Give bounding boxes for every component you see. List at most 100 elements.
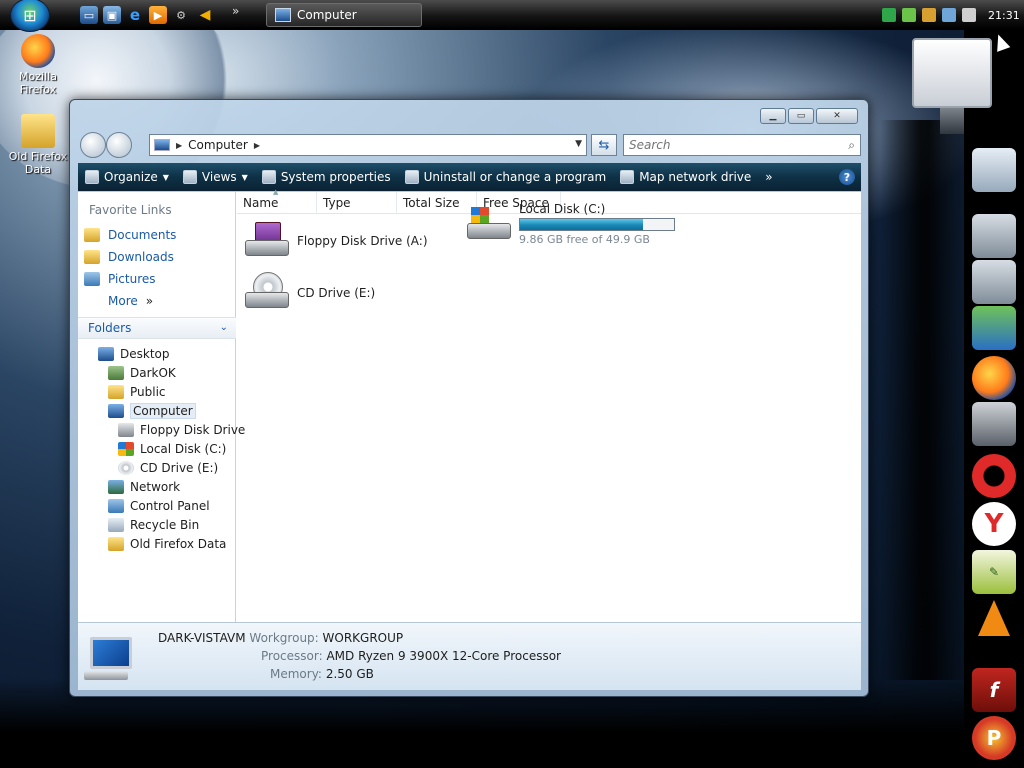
- floating-monitor-widget[interactable]: [912, 38, 992, 134]
- tree-item-darkok[interactable]: DarkOK: [78, 363, 236, 382]
- system-properties-button[interactable]: System properties: [255, 163, 398, 191]
- help-icon[interactable]: ?: [839, 169, 855, 185]
- drive-body-shape: [245, 240, 289, 256]
- tree-item-control-panel[interactable]: Control Panel: [78, 496, 236, 515]
- system-properties-icon: [261, 170, 276, 184]
- folder-tree: Desktop DarkOK Public Computer Floppy Di…: [78, 344, 245, 553]
- clock[interactable]: 21:31: [988, 9, 1020, 22]
- dock-messenger-icon[interactable]: [972, 306, 1016, 350]
- address-dropdown-icon[interactable]: ▼: [575, 139, 582, 149]
- desktop-icon: [98, 346, 114, 361]
- tree-item-network[interactable]: Network: [78, 477, 236, 496]
- tree-item-recycle-bin[interactable]: Recycle Bin: [78, 515, 236, 534]
- explorer-window: ▁ ▭ ✕ ▶ Computer ▶ ▼ ⇆ ⌕ Organize ▼ View…: [69, 99, 869, 697]
- processor-value: AMD Ryzen 9 3900X 12-Core Processor: [326, 649, 561, 663]
- show-desktop-icon[interactable]: ▭: [80, 6, 98, 24]
- column-header-label: Total Size: [403, 196, 460, 210]
- favorite-link-documents[interactable]: Documents: [78, 224, 235, 246]
- tree-item-computer[interactable]: Computer: [78, 401, 236, 420]
- tree-item-label: Floppy Disk Drive: [140, 422, 246, 437]
- tray-check-icon[interactable]: [882, 8, 896, 22]
- tree-item-desktop[interactable]: Desktop: [78, 344, 236, 363]
- dock-vlc-icon[interactable]: [972, 596, 1016, 640]
- column-header-type[interactable]: Type: [317, 192, 397, 214]
- address-bar[interactable]: ▶ Computer ▶ ▼: [149, 134, 587, 156]
- views-label: Views: [201, 170, 237, 184]
- dock-firefox-icon[interactable]: [972, 356, 1016, 400]
- views-button[interactable]: Views ▼: [176, 163, 255, 191]
- refresh-button[interactable]: ⇆: [591, 134, 617, 156]
- tree-item-floppy[interactable]: Floppy Disk Drive: [78, 420, 245, 439]
- quicklaunch-more-chevron[interactable]: »: [232, 4, 239, 18]
- start-button[interactable]: ⊞: [10, 0, 50, 32]
- dock-documents-icon[interactable]: [972, 148, 1016, 192]
- dock-yandex-icon[interactable]: Y: [972, 502, 1016, 546]
- drive-item-cd[interactable]: CD Drive (E:): [243, 272, 375, 314]
- maximize-button[interactable]: ▭: [788, 108, 814, 124]
- column-header-name[interactable]: ▲ Name: [237, 188, 317, 214]
- desktop-icon-firefox[interactable]: Mozilla Firefox: [4, 34, 72, 96]
- dock-flash-icon[interactable]: f: [972, 668, 1016, 712]
- organize-button[interactable]: Organize ▼: [78, 163, 176, 191]
- dock-raccoon-icon[interactable]: [972, 402, 1016, 446]
- breadcrumb-separator-icon[interactable]: ▶: [176, 141, 182, 150]
- dock-p-icon[interactable]: P: [972, 716, 1016, 760]
- search-input[interactable]: [624, 135, 824, 155]
- sort-ascending-icon: ▲: [273, 188, 279, 196]
- drive-body-shape: [245, 292, 289, 308]
- tree-item-label: Recycle Bin: [130, 517, 200, 532]
- dock-folder-icon[interactable]: [972, 214, 1016, 258]
- dock-opera-icon[interactable]: [972, 454, 1016, 498]
- map-network-drive-button[interactable]: Map network drive: [613, 163, 758, 191]
- close-button[interactable]: ✕: [816, 108, 858, 124]
- network-drive-icon: [620, 170, 635, 184]
- back-button[interactable]: [80, 132, 106, 158]
- favorite-link-downloads[interactable]: Downloads: [78, 246, 235, 268]
- breadcrumb-separator-icon[interactable]: ▶: [254, 141, 260, 150]
- dock-editor-icon[interactable]: ✎: [972, 550, 1016, 594]
- dock-folder2-icon[interactable]: [972, 260, 1016, 304]
- file-list-pane: ▲ Name Type Total Size Free Space Floppy…: [237, 188, 861, 622]
- downloads-folder-icon: [84, 250, 100, 264]
- organize-label: Organize: [104, 170, 158, 184]
- disk-usage-bar: [519, 218, 675, 231]
- tray-volume-icon[interactable]: [962, 8, 976, 22]
- switch-windows-icon[interactable]: ▣: [103, 6, 121, 24]
- forward-button[interactable]: [106, 132, 132, 158]
- uninstall-program-button[interactable]: Uninstall or change a program: [398, 163, 614, 191]
- network-quicklaunch-icon[interactable]: ⚙: [172, 6, 190, 24]
- favorite-link-more[interactable]: More »: [78, 290, 235, 312]
- tree-item-cd-drive[interactable]: CD Drive (E:): [78, 458, 236, 477]
- tray-security-icon[interactable]: [922, 8, 936, 22]
- uninstall-label: Uninstall or change a program: [423, 170, 607, 184]
- tree-item-public[interactable]: Public: [78, 382, 236, 401]
- organize-icon: [85, 170, 99, 184]
- search-icon[interactable]: ⌕: [848, 138, 855, 153]
- system-properties-label: System properties: [280, 170, 391, 184]
- chevron-down-icon: ⌄: [219, 322, 228, 333]
- internet-explorer-icon[interactable]: e: [126, 6, 144, 24]
- folders-header[interactable]: Folders ⌄: [78, 317, 236, 339]
- desktop-icon-old-firefox-data[interactable]: Old Firefox Data: [4, 114, 72, 176]
- breadcrumb-computer[interactable]: Computer: [188, 138, 248, 152]
- workgroup-value: WORKGROUP: [322, 631, 404, 645]
- vlc-cone-icon: [978, 600, 1010, 636]
- favorite-link-label: Documents: [108, 228, 177, 242]
- cd-drive-icon: [243, 272, 291, 314]
- tray-users-icon[interactable]: [902, 8, 916, 22]
- memory-key: Memory:: [270, 667, 322, 681]
- tree-item-local-disk[interactable]: Local Disk (C:): [78, 439, 236, 458]
- media-player-icon[interactable]: ▶: [149, 6, 167, 24]
- tree-item-old-firefox-data[interactable]: Old Firefox Data: [78, 534, 236, 553]
- search-box[interactable]: ⌕: [623, 134, 861, 156]
- speaker-quicklaunch-icon[interactable]: ◀: [196, 6, 214, 24]
- map-drive-label: Map network drive: [639, 170, 752, 184]
- minimize-button[interactable]: ▁: [760, 108, 786, 124]
- favorite-link-pictures[interactable]: Pictures: [78, 268, 235, 290]
- taskbar-button-computer[interactable]: Computer: [266, 3, 422, 27]
- tray-network-icon[interactable]: [942, 8, 956, 22]
- drive-item-local-disk[interactable]: Local Disk (C:) 9.86 GB free of 49.9 GB: [465, 202, 675, 246]
- drive-item-floppy[interactable]: Floppy Disk Drive (A:): [243, 220, 428, 262]
- favorite-link-label: Downloads: [108, 250, 174, 264]
- toolbar-more-button[interactable]: »: [758, 163, 779, 191]
